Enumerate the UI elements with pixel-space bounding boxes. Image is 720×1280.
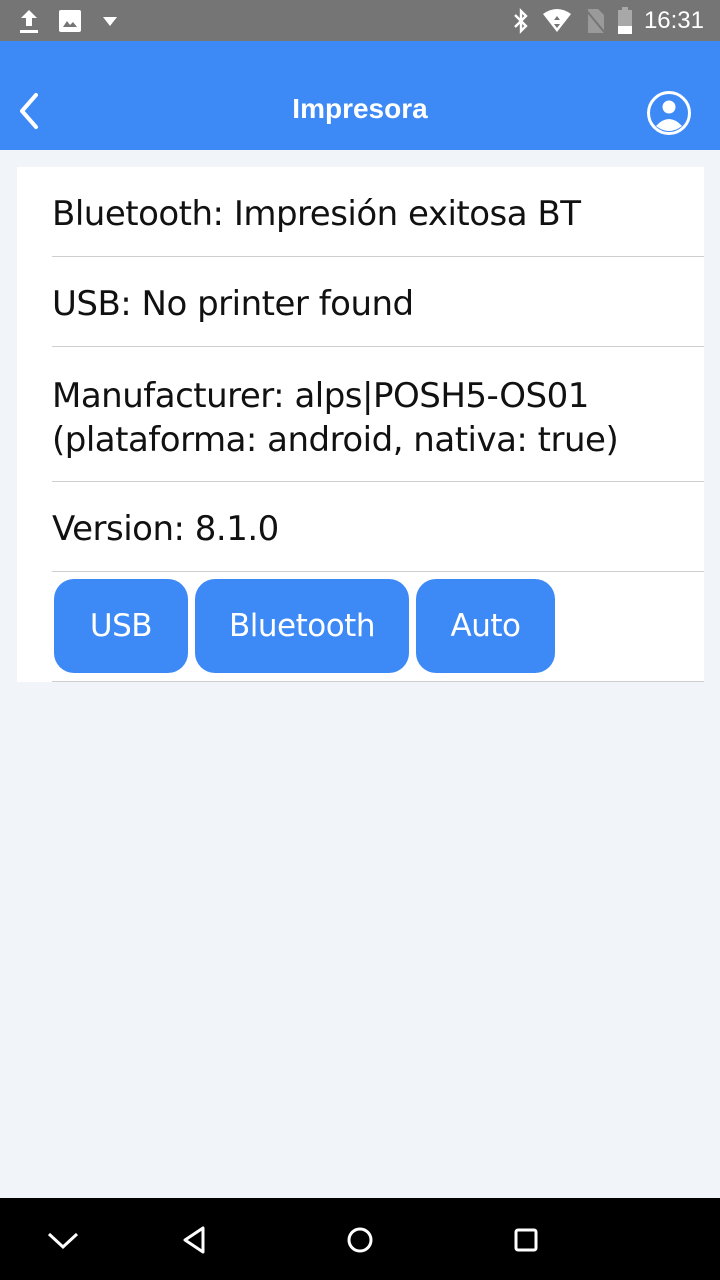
auto-button[interactable]: Auto [416,579,555,673]
printer-info-card: Bluetooth: Impresión exitosa BT USB: No … [17,167,704,682]
usb-button[interactable]: USB [54,579,188,673]
no-sim-icon [585,9,606,34]
battery-icon [617,7,632,34]
bluetooth-status-row: Bluetooth: Impresión exitosa BT [52,167,704,257]
usb-status-text: USB: No printer found [52,284,414,324]
app-bar: Impresora [0,41,720,150]
platform-text: (plataforma: android, nativa: true) [52,420,619,460]
usb-status-row: USB: No printer found [52,257,704,347]
manufacturer-row: Manufacturer: alps|POSH5-OS01 (plataform… [52,347,704,482]
version-text: Version: 8.1.0 [52,509,279,549]
dropdown-icon [103,17,117,26]
page-title: Impresora [292,93,428,124]
bluetooth-icon [514,8,528,34]
manufacturer-text: Manufacturer: alps|POSH5-OS01 [52,376,589,416]
wifi-icon [542,9,571,32]
bluetooth-status-text: Bluetooth: Impresión exitosa BT [52,194,581,234]
status-bar: 16:31 [0,0,720,41]
clock: 16:31 [643,7,704,34]
system-nav-bar [0,1198,720,1280]
image-icon [59,10,81,32]
version-row: Version: 8.1.0 [52,482,704,572]
print-mode-buttons: USB Bluetooth Auto [54,579,555,673]
bluetooth-button[interactable]: Bluetooth [195,579,409,673]
recents-square-icon[interactable] [506,1220,546,1260]
hide-keyboard-icon[interactable] [43,1220,83,1260]
upload-icon [20,10,38,33]
user-circle-icon[interactable] [646,90,692,136]
back-triangle-icon[interactable] [175,1220,215,1260]
home-circle-icon[interactable] [340,1220,380,1260]
